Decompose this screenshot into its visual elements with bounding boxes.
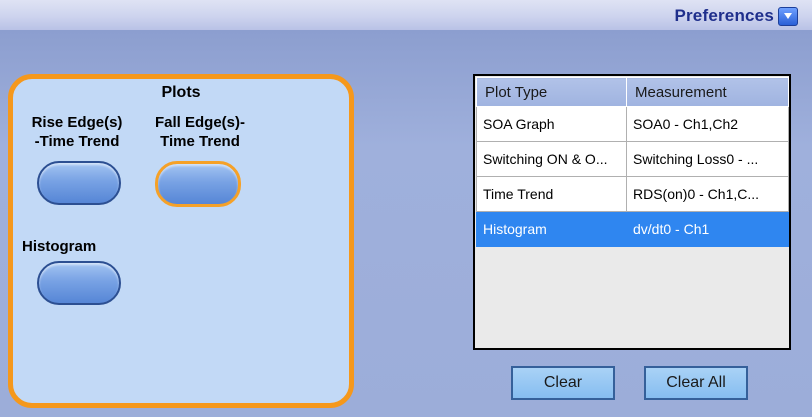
column-header-plot-type[interactable]: Plot Type bbox=[476, 77, 627, 107]
clear-all-button[interactable]: Clear All bbox=[644, 366, 748, 400]
histogram-button[interactable] bbox=[37, 261, 121, 305]
measurement-cell[interactable]: RDS(on)0 - Ch1,C... bbox=[626, 176, 789, 212]
plot-type-cell[interactable]: SOA Graph bbox=[476, 106, 627, 142]
column-header-measurement[interactable]: Measurement bbox=[626, 77, 789, 107]
clear-button[interactable]: Clear bbox=[511, 366, 615, 400]
preferences-label: Preferences bbox=[674, 6, 774, 25]
rise-edge-time-trend-button[interactable] bbox=[37, 161, 121, 205]
measurement-cell[interactable]: Switching Loss0 - ... bbox=[626, 141, 789, 177]
table-header-row: Plot Type Measurement bbox=[476, 77, 789, 107]
fall-edge-time-trend-label: Fall Edge(s)- Time Trend bbox=[154, 114, 245, 150]
rise-edge-time-trend-label: Rise Edge(s) -Time Trend bbox=[31, 114, 123, 150]
plot-measurement-table: Plot Type Measurement SOA Graph SOA0 - C… bbox=[476, 77, 789, 247]
table-row[interactable]: SOA Graph SOA0 - Ch1,Ch2 bbox=[476, 106, 789, 142]
plot-type-cell[interactable]: Time Trend bbox=[476, 176, 627, 212]
plots-title: Plots bbox=[161, 84, 201, 101]
histogram-label: Histogram bbox=[22, 238, 97, 255]
chevron-down-icon[interactable] bbox=[778, 6, 798, 26]
table-row-selected[interactable]: Histogram dv/dt0 - Ch1 bbox=[476, 211, 789, 247]
preferences-menu[interactable]: Preferences bbox=[674, 6, 798, 26]
measurement-cell[interactable]: dv/dt0 - Ch1 bbox=[626, 211, 789, 247]
plots-panel: Plots Rise Edge(s) -Time Trend Fall Edge… bbox=[8, 74, 354, 408]
table-row[interactable]: Switching ON & O... Switching Loss0 - ..… bbox=[476, 141, 789, 177]
fall-edge-time-trend-button[interactable] bbox=[155, 161, 241, 207]
plot-type-cell[interactable]: Histogram bbox=[476, 211, 627, 247]
plot-type-cell[interactable]: Switching ON & O... bbox=[476, 141, 627, 177]
table-row[interactable]: Time Trend RDS(on)0 - Ch1,C... bbox=[476, 176, 789, 212]
top-bar: Preferences bbox=[0, 0, 812, 30]
plot-table: Plot Type Measurement SOA Graph SOA0 - C… bbox=[473, 74, 791, 350]
measurement-cell[interactable]: SOA0 - Ch1,Ch2 bbox=[626, 106, 789, 142]
